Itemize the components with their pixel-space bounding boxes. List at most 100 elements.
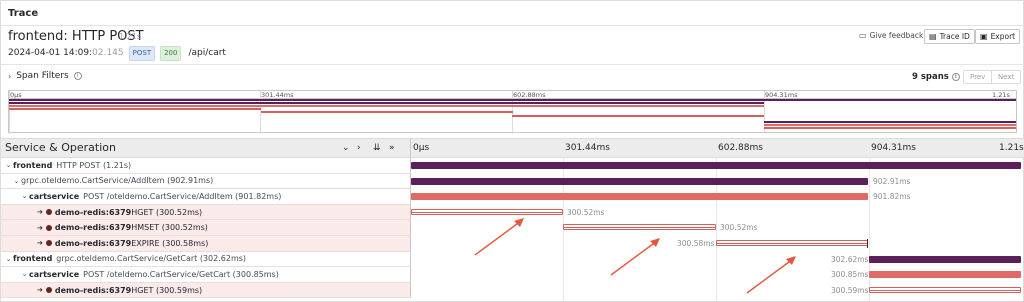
redis-icon [45,224,52,231]
minimap-span [261,111,513,113]
span-bar[interactable] [411,193,868,201]
service-name: demo-redis:6379 [54,238,132,248]
span-duration-label: 901.82ms [873,192,911,202]
span-duration-label: 300.58ms [677,239,715,248]
service-name: demo-redis:6379 [54,223,132,233]
chevron-right-icon: › [8,71,12,81]
timestamp: 2024-04-01 14:09: [8,48,93,58]
operation-name: HTTP POST (1.21s) [56,160,132,170]
span-name-cell[interactable]: ⌄ frontend HTTP POST (1.21s) [1,158,411,174]
span-duration-label: 300.85ms [831,270,869,280]
operation-name: POST /oteldemo.CartService/AddItem (901.… [83,191,282,201]
span-name-cell[interactable]: ➔ demo-redis:6379 HMSET (300.52ms) [1,220,411,236]
collapse-one-icon[interactable]: ⌄ [342,143,350,153]
timeline-tick-label: 1.21s [999,143,1024,153]
span-name-cell[interactable]: ➔ demo-redis:6379 HGET (300.52ms) [1,204,411,221]
span-row[interactable]: ⌄ frontend HTTP POST (1.21s) [1,158,1024,174]
panel-title: Trace [8,8,39,19]
span-filters-label: Span Filters [16,71,69,81]
span-bar[interactable] [716,240,868,246]
trace-duration: 1.21s [119,32,141,41]
service-name: demo-redis:6379 [54,207,132,217]
span-duration-label: 300.52ms [567,207,605,217]
trace-meta: 2024-04-01 14:09: 02.145 POST 200 /api/c… [8,45,226,61]
span-bar[interactable] [869,255,1021,263]
span-bar[interactable] [563,224,716,231]
arrow-right-icon: ➔ [37,208,43,217]
next-button[interactable]: Next [991,70,1022,84]
timeline-tick-label: 602.88ms [718,143,763,153]
route-label: /api/cart [188,48,226,58]
divider [1,25,1024,26]
divider [1,64,1024,65]
span-row[interactable]: ⌄ grpc.oteldemo.CartService/AddItem (902… [1,173,1024,190]
span-row[interactable]: ➔ demo-redis:6379 HGET (300.59ms) 300.59… [1,282,1024,299]
trace-id-button[interactable]: ▤ Trace ID [924,29,975,44]
timeline-tick-label: 0μs [413,143,430,153]
span-bar[interactable] [411,162,1021,169]
trace-panel: Trace frontend: HTTP POST 1.21s 2024-04-… [0,0,1024,302]
collapse-all-icon[interactable]: ⇊ [373,143,381,153]
chevron-down-icon[interactable]: ⌄ [4,255,13,263]
span-bar[interactable] [411,177,868,185]
span-end-marker [867,239,868,248]
span-row[interactable]: ⌄ cartservice POST /oteldemo.CartService… [1,267,1024,283]
minimap-span [764,121,1016,123]
span-bar[interactable] [869,286,1021,293]
give-feedback-link[interactable]: ▭ Give feedback [859,31,923,40]
service-name: cartservice [29,269,80,279]
span-filters-toggle[interactable]: › Span Filters i [8,71,82,81]
arrow-right-icon: ➔ [37,239,43,248]
expand-one-icon[interactable]: › [357,143,361,153]
operation-name: EXPIRE (300.58ms) [131,238,209,248]
arrow-right-icon: ➔ [37,223,43,232]
chevron-down-icon[interactable]: ⌄ [4,161,13,169]
span-name-cell[interactable]: ➔ demo-redis:6379 EXPIRE (300.58ms) [1,236,411,252]
spans-count: 9 spans i [912,72,960,82]
minimap-span [9,108,261,110]
annotation-arrow-icon [474,218,524,256]
minimap-span [512,115,764,117]
span-duration-label: 302.62ms [831,254,869,264]
export-label: Export [990,32,1016,41]
span-name-cell[interactable]: ⌄ cartservice POST /oteldemo.CartService… [1,189,411,205]
minimap-span [764,124,1016,126]
span-duration-label: 300.59ms [831,285,869,295]
redis-icon [45,287,52,294]
service-operation-header: Service & Operation [5,141,116,154]
info-icon: i [73,72,82,80]
minimap-tick-label: 602.88ms [513,91,546,99]
chevron-down-icon[interactable]: ⌄ [12,177,21,185]
document-icon: ▤ [929,31,937,41]
minimap-span [9,102,764,104]
span-bar[interactable] [869,271,1021,279]
operation-name: HMSET (300.52ms) [131,223,208,233]
service-name: frontend [13,254,53,264]
chevron-down-icon[interactable]: ⌄ [20,192,29,200]
chevron-down-icon[interactable]: ⌄ [20,270,29,278]
minimap-tick-label: 0μs [10,91,22,99]
span-name-cell[interactable]: ⌄ frontend grpc.oteldemo.CartService/Get… [1,251,411,268]
export-button[interactable]: ▣ Export [975,29,1021,44]
annotation-arrow-icon [746,256,796,294]
feedback-label: Give feedback [869,31,924,40]
minimap-span [9,99,1016,101]
column-resizer[interactable] [410,139,411,159]
spans-count-label: 9 spans [912,72,949,82]
comment-icon: ▭ [859,30,867,40]
span-name-cell[interactable]: ⌄ grpc.oteldemo.CartService/AddItem (902… [1,173,411,190]
service-name: frontend [13,160,53,170]
expand-all-icon[interactable]: » [389,143,395,153]
method-badge: POST [128,45,156,61]
span-duration-label: 300.52ms [720,223,758,233]
span-name-cell[interactable]: ⌄ cartservice POST /oteldemo.CartService… [1,267,411,283]
timestamp-ms: 02.145 [92,48,124,58]
save-icon: ▣ [980,31,988,41]
timeline-tick-label: 301.44ms [565,143,610,153]
timeline-header: Service & Operation ⌄ › ⇊ » 0μs 301.44ms… [1,138,1024,159]
prev-button[interactable]: Prev [963,70,993,84]
trace-minimap[interactable]: 0μs 301.44ms 602.88ms 904.31ms 1.21s [8,90,1017,134]
span-name-cell[interactable]: ➔ demo-redis:6379 HGET (300.59ms) [1,282,411,299]
operation-name: grpc.oteldemo.CartService/AddItem (902.9… [21,176,214,186]
span-row[interactable]: ⌄ cartservice POST /oteldemo.CartService… [1,189,1024,205]
